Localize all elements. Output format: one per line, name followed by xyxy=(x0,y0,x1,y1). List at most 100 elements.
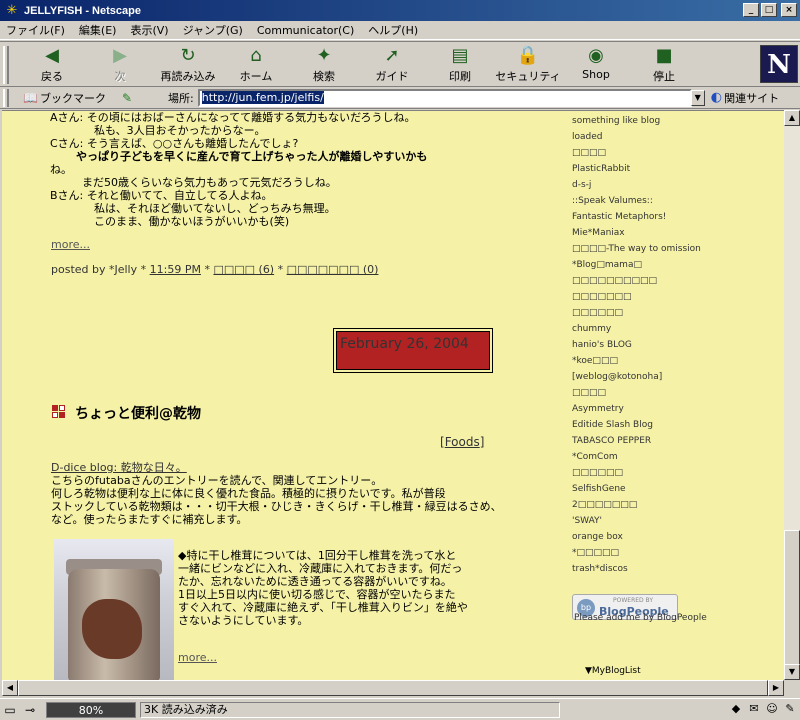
menu-file[interactable]: ファイル(F) xyxy=(6,22,65,38)
menu-edit[interactable]: 編集(E) xyxy=(79,22,117,38)
toolbar-button-reload[interactable]: ↻ 再読み込み xyxy=(154,42,222,86)
navigator-icon[interactable]: ◆ xyxy=(728,702,744,715)
sidebar-blog-link[interactable]: 2□□□□□□□ xyxy=(572,499,772,515)
sidebar-blog-link[interactable]: *koe□□□ xyxy=(572,355,772,371)
post-title-bullet-icon xyxy=(52,405,65,418)
category-foods-link[interactable]: Foods xyxy=(445,435,480,449)
myblog-list-link[interactable]: ▼MyBlogList xyxy=(585,666,641,676)
toolbar-button-shop[interactable]: ◉ Shop xyxy=(562,42,630,86)
sidebar-blog-link[interactable]: something like blog xyxy=(572,115,772,131)
mail-icon[interactable]: ✉ xyxy=(746,702,762,715)
sidebar-blog-link[interactable]: [weblog@kotonoha] xyxy=(572,371,772,387)
bookmarks-icon[interactable]: 📖 xyxy=(23,91,38,105)
post1-line: Bさん: それと働いてて、自立してる人よね。 xyxy=(50,189,273,202)
toolbar-button-guide[interactable]: ➚ ガイド xyxy=(358,42,426,86)
sidebar-blog-link[interactable]: orange box xyxy=(572,531,772,547)
horizontal-scrollbar[interactable]: ◀ ▶ xyxy=(2,680,784,696)
sidebar-blog-link[interactable]: trash*discos xyxy=(572,563,772,579)
sidebar-blog-link[interactable]: *ComCom xyxy=(572,451,772,467)
groups-icon[interactable]: ☺ xyxy=(764,702,780,715)
toolbar-button-security-lock[interactable]: 🔒 セキュリティ xyxy=(494,42,562,86)
post1-permalink[interactable]: 11:59 PM xyxy=(150,263,201,276)
maximize-button[interactable]: □ xyxy=(761,3,777,17)
toolbar-button-home[interactable]: ⌂ ホーム xyxy=(222,42,290,86)
toolbar-button-stop[interactable]: ■ 停止 xyxy=(630,42,698,86)
blogpeople-caption[interactable]: Please add me by BlogPeople xyxy=(574,613,707,623)
sidebar-blog-link[interactable]: loaded xyxy=(572,131,772,147)
scroll-left-button[interactable]: ◀ xyxy=(2,680,18,696)
post1-line: 私も、3人目おそかったからなー。 xyxy=(94,124,266,137)
scroll-up-button[interactable]: ▲ xyxy=(784,110,800,126)
sidebar-blog-link[interactable]: Asymmetry xyxy=(572,403,772,419)
sidebar-blog-link[interactable]: hanio's BLOG xyxy=(572,339,772,355)
menu-view[interactable]: 表示(V) xyxy=(130,22,168,38)
search-icon: ✦ xyxy=(316,45,332,66)
connection-status-icon[interactable]: ⊸ xyxy=(20,703,40,717)
locbar-grip[interactable] xyxy=(3,88,9,107)
sidebar-blog-link[interactable]: TABASCO PEPPER xyxy=(572,435,772,451)
page-proxy-icon[interactable]: ✎ xyxy=(122,91,132,105)
post1-more-link[interactable]: more... xyxy=(51,238,90,251)
sidebar-blog-link[interactable]: chummy xyxy=(572,323,772,339)
sidebar-blog-link[interactable]: d-s-j xyxy=(572,179,772,195)
sidebar-blog-link[interactable]: □□□□□□ xyxy=(572,467,772,483)
toolbar-button-search[interactable]: ✦ 検索 xyxy=(290,42,358,86)
related-sites-button[interactable]: 関連サイト xyxy=(724,90,779,106)
sidebar-blog-link[interactable]: □□□□□□□□□□ xyxy=(572,275,772,291)
minimize-button[interactable]: _ xyxy=(743,3,759,17)
reload-icon: ↻ xyxy=(180,45,196,66)
sidebar-blog-link[interactable]: □□□□-The way to omission xyxy=(572,243,772,259)
jar-photo[interactable] xyxy=(54,539,174,680)
menu-help[interactable]: ヘルプ(H) xyxy=(368,22,418,38)
related-sites-icon[interactable]: ◐ xyxy=(711,90,722,105)
post1-line: 私は、それほど働いてないし、どっちみち無理。 xyxy=(94,202,336,215)
sidebar-blog-link[interactable]: 'SWAY' xyxy=(572,515,772,531)
footer-separator: * xyxy=(200,263,214,276)
sidebar-blog-link[interactable]: Editide Slash Blog xyxy=(572,419,772,435)
close-button[interactable]: × xyxy=(781,3,797,17)
sidebar-blog-link[interactable]: PlasticRabbit xyxy=(572,163,772,179)
post2-line: 何しろ乾物は便利な上に体に良く優れた食品。積極的に摂りたいです。私が普段 xyxy=(51,487,446,500)
sidebar-blog-link[interactable]: □□□□□□□ xyxy=(572,291,772,307)
scroll-down-button[interactable]: ▼ xyxy=(784,664,800,680)
security-status-icon[interactable]: ▭ xyxy=(0,703,20,717)
netscape-logo[interactable]: N xyxy=(760,45,798,83)
post2-side-line: 一緒にビンなどに入れ、冷蔵庫に入れておきます。何だっ xyxy=(178,562,463,575)
url-dropdown-button[interactable]: ▼ xyxy=(690,89,705,106)
vertical-scroll-thumb[interactable] xyxy=(784,530,800,680)
post2-side-line: たか、忘れないために透き通ってる容器がいいですね。 xyxy=(178,575,452,588)
forward-arrow-icon: ▶ xyxy=(113,45,127,66)
post2-category: [Foods] xyxy=(440,435,484,449)
sidebar-blog-link[interactable]: *Blog□mama□ xyxy=(572,259,772,275)
menu-communicator[interactable]: Communicator(C) xyxy=(257,24,354,37)
vertical-scrollbar[interactable]: ▲ ▼ xyxy=(784,110,800,680)
horizontal-scroll-thumb[interactable] xyxy=(18,680,768,696)
sidebar-blog-link[interactable]: SelfishGene xyxy=(572,483,772,499)
sidebar-blog-link[interactable]: □□□□ xyxy=(572,147,772,163)
toolbar-button-forward-arrow[interactable]: ▶ 次 xyxy=(86,42,154,86)
sidebar-blog-link[interactable]: Fantastic Metaphors! xyxy=(572,211,772,227)
bookmarks-button[interactable]: ブックマーク xyxy=(40,90,106,106)
post2-more-link[interactable]: more... xyxy=(178,651,217,664)
url-input[interactable]: http://jun.fem.jp/jelfis/ xyxy=(197,88,692,107)
composer-icon[interactable]: ✎ xyxy=(782,702,798,715)
toolbar-button-label: 印刷 xyxy=(449,70,471,83)
post1-trackbacks-link[interactable]: □□□□□□□ (0) xyxy=(287,263,379,276)
toolbar-grip[interactable] xyxy=(3,46,9,84)
menu-go[interactable]: ジャンプ(G) xyxy=(183,22,243,38)
blog-list-sidebar: something like blog loaded □□□□ PlasticRabb… xyxy=(572,115,772,579)
scroll-right-button[interactable]: ▶ xyxy=(768,680,784,696)
sidebar-blog-link[interactable]: □□□□ xyxy=(572,387,772,403)
sidebar-blog-link[interactable]: □□□□□□ xyxy=(572,307,772,323)
post1-line: Cさん: そう言えば、○○さんも離婚したんでしょ? xyxy=(50,137,299,150)
sidebar-blog-link[interactable]: Mie*Maniax xyxy=(572,227,772,243)
toolbar-button-print[interactable]: ▤ 印刷 xyxy=(426,42,494,86)
date-header: February 26, 2004 xyxy=(336,331,490,370)
sidebar-blog-link[interactable]: *□□□□□ xyxy=(572,547,772,563)
post1-comments-link[interactable]: □□□□ (6) xyxy=(213,263,274,276)
netscape-app-icon[interactable]: ✳ xyxy=(4,3,20,19)
progress-bar: 80% xyxy=(46,701,136,718)
sidebar-blog-link[interactable]: ::Speak Valumes:: xyxy=(572,195,772,211)
post2-source-link[interactable]: D-dice blog: 乾物な日々。 xyxy=(51,461,497,474)
toolbar-button-back-arrow[interactable]: ◀ 戻る xyxy=(18,42,86,86)
